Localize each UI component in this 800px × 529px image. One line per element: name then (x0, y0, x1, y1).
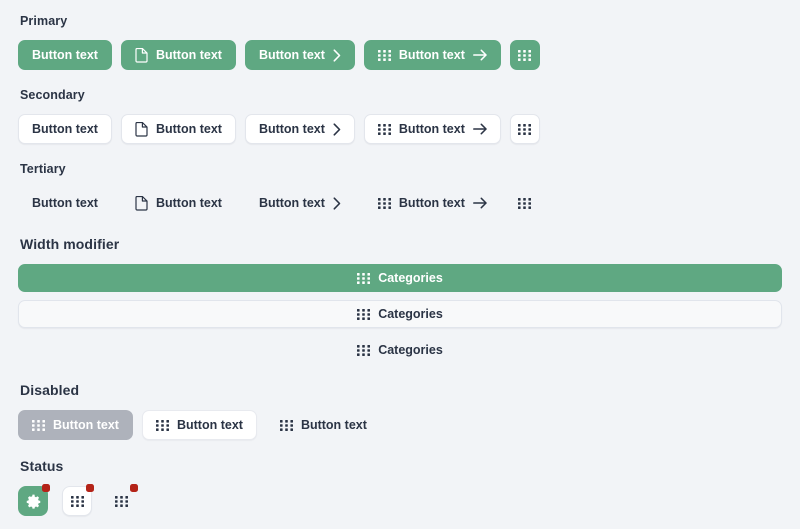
grid-dots-icon (377, 123, 391, 135)
status-badge-dot (42, 484, 50, 492)
status-button-row (18, 484, 782, 516)
status-button-secondary-grid[interactable] (62, 484, 94, 516)
width-modifier-stack: Categories Categories Categories (18, 264, 782, 364)
tertiary-button-icon-only[interactable] (510, 188, 540, 218)
button-label: Categories (378, 306, 443, 321)
status-button-tertiary-grid[interactable] (106, 484, 138, 516)
secondary-button-icon-only[interactable] (509, 114, 540, 144)
tertiary-button-file[interactable]: Button text (121, 188, 236, 218)
section-primary: Primary Button text Button text Button t… (18, 14, 782, 70)
grid-dots-icon (357, 344, 371, 356)
button-label: Button text (398, 195, 465, 210)
fullwidth-button-tertiary-categories[interactable]: Categories (18, 336, 782, 364)
section-tertiary: Tertiary Button text Button text Button … (18, 162, 782, 218)
grid-dots-icon (377, 197, 391, 209)
grid-dots-icon (357, 308, 371, 320)
button-label: Button text (300, 417, 367, 432)
disabled-button-row: Button text Button text Button text (18, 410, 782, 440)
arrow-right-icon (472, 49, 487, 61)
secondary-button-text[interactable]: Button text (18, 114, 112, 144)
disabled-button-primary: Button text (18, 410, 133, 440)
button-label: Button text (155, 47, 222, 62)
button-label: Button text (258, 195, 325, 210)
section-disabled: Disabled Button text Button text Button … (18, 382, 782, 440)
primary-button-chevron[interactable]: Button text (244, 40, 355, 70)
grid-dots-icon (155, 419, 169, 431)
status-button-primary-gear[interactable] (18, 484, 50, 516)
section-secondary: Secondary Button text Button text Button… (18, 88, 782, 144)
button-label: Button text (32, 47, 98, 62)
disabled-button-tertiary: Button text (266, 410, 381, 440)
grid-dots-icon (70, 495, 84, 507)
secondary-button-chevron[interactable]: Button text (244, 114, 355, 144)
grid-dots-icon (114, 495, 128, 507)
file-icon (135, 121, 148, 137)
status-badge-dot (86, 484, 94, 492)
button-label: Button text (32, 195, 98, 210)
section-title-status: Status (20, 458, 64, 474)
primary-button-icon-only[interactable] (509, 40, 540, 70)
button-label: Button text (32, 121, 98, 136)
button-label: Categories (378, 342, 443, 357)
gear-icon (26, 494, 41, 509)
arrow-right-icon (472, 197, 487, 209)
fullwidth-button-secondary-categories[interactable]: Categories (18, 300, 782, 328)
button-label: Button text (258, 121, 325, 136)
grid-dots-icon (377, 49, 391, 61)
section-title-width-modifier: Width modifier (20, 236, 120, 252)
button-label: Button text (155, 121, 222, 136)
section-title-disabled: Disabled (20, 382, 80, 398)
file-icon (135, 195, 148, 211)
button-label: Button text (53, 417, 119, 432)
fullwidth-button-primary-categories[interactable]: Categories (18, 264, 782, 292)
secondary-button-grid-arrow[interactable]: Button text (363, 114, 501, 144)
grid-dots-icon (357, 272, 371, 284)
button-label: Button text (398, 121, 465, 136)
button-label: Button text (176, 417, 243, 432)
section-title-secondary: Secondary (20, 88, 85, 102)
primary-button-text[interactable]: Button text (18, 40, 112, 70)
grid-dots-icon (518, 49, 532, 61)
secondary-button-file[interactable]: Button text (120, 114, 236, 144)
section-title-primary: Primary (20, 14, 68, 28)
file-icon (135, 47, 148, 63)
secondary-button-row: Button text Button text Button text Butt… (18, 114, 782, 144)
section-width-modifier: Width modifier Categories Categories Cat… (18, 236, 782, 364)
button-label: Categories (378, 270, 443, 285)
section-title-tertiary: Tertiary (20, 162, 66, 176)
primary-button-file[interactable]: Button text (120, 40, 236, 70)
tertiary-button-text[interactable]: Button text (18, 188, 112, 218)
grid-dots-icon (518, 123, 532, 135)
tertiary-button-grid-arrow[interactable]: Button text (364, 188, 501, 218)
grid-dots-icon (279, 419, 293, 431)
chevron-right-icon (333, 122, 341, 136)
arrow-right-icon (472, 123, 487, 135)
button-label: Button text (258, 47, 325, 62)
grid-dots-icon (32, 419, 45, 431)
chevron-right-icon (333, 48, 341, 62)
button-label: Button text (155, 195, 222, 210)
tertiary-button-row: Button text Button text Button text Butt… (18, 188, 782, 218)
primary-button-row: Button text Button text Button text Butt… (18, 40, 782, 70)
tertiary-button-chevron[interactable]: Button text (245, 188, 355, 218)
section-status: Status (18, 458, 782, 516)
button-showcase-page: Primary Button text Button text Button t… (0, 0, 800, 516)
button-label: Button text (398, 47, 465, 62)
disabled-button-secondary: Button text (141, 410, 257, 440)
primary-button-grid-arrow[interactable]: Button text (363, 40, 501, 70)
grid-dots-icon (518, 197, 532, 209)
chevron-right-icon (333, 196, 341, 210)
status-badge-dot (130, 484, 138, 492)
